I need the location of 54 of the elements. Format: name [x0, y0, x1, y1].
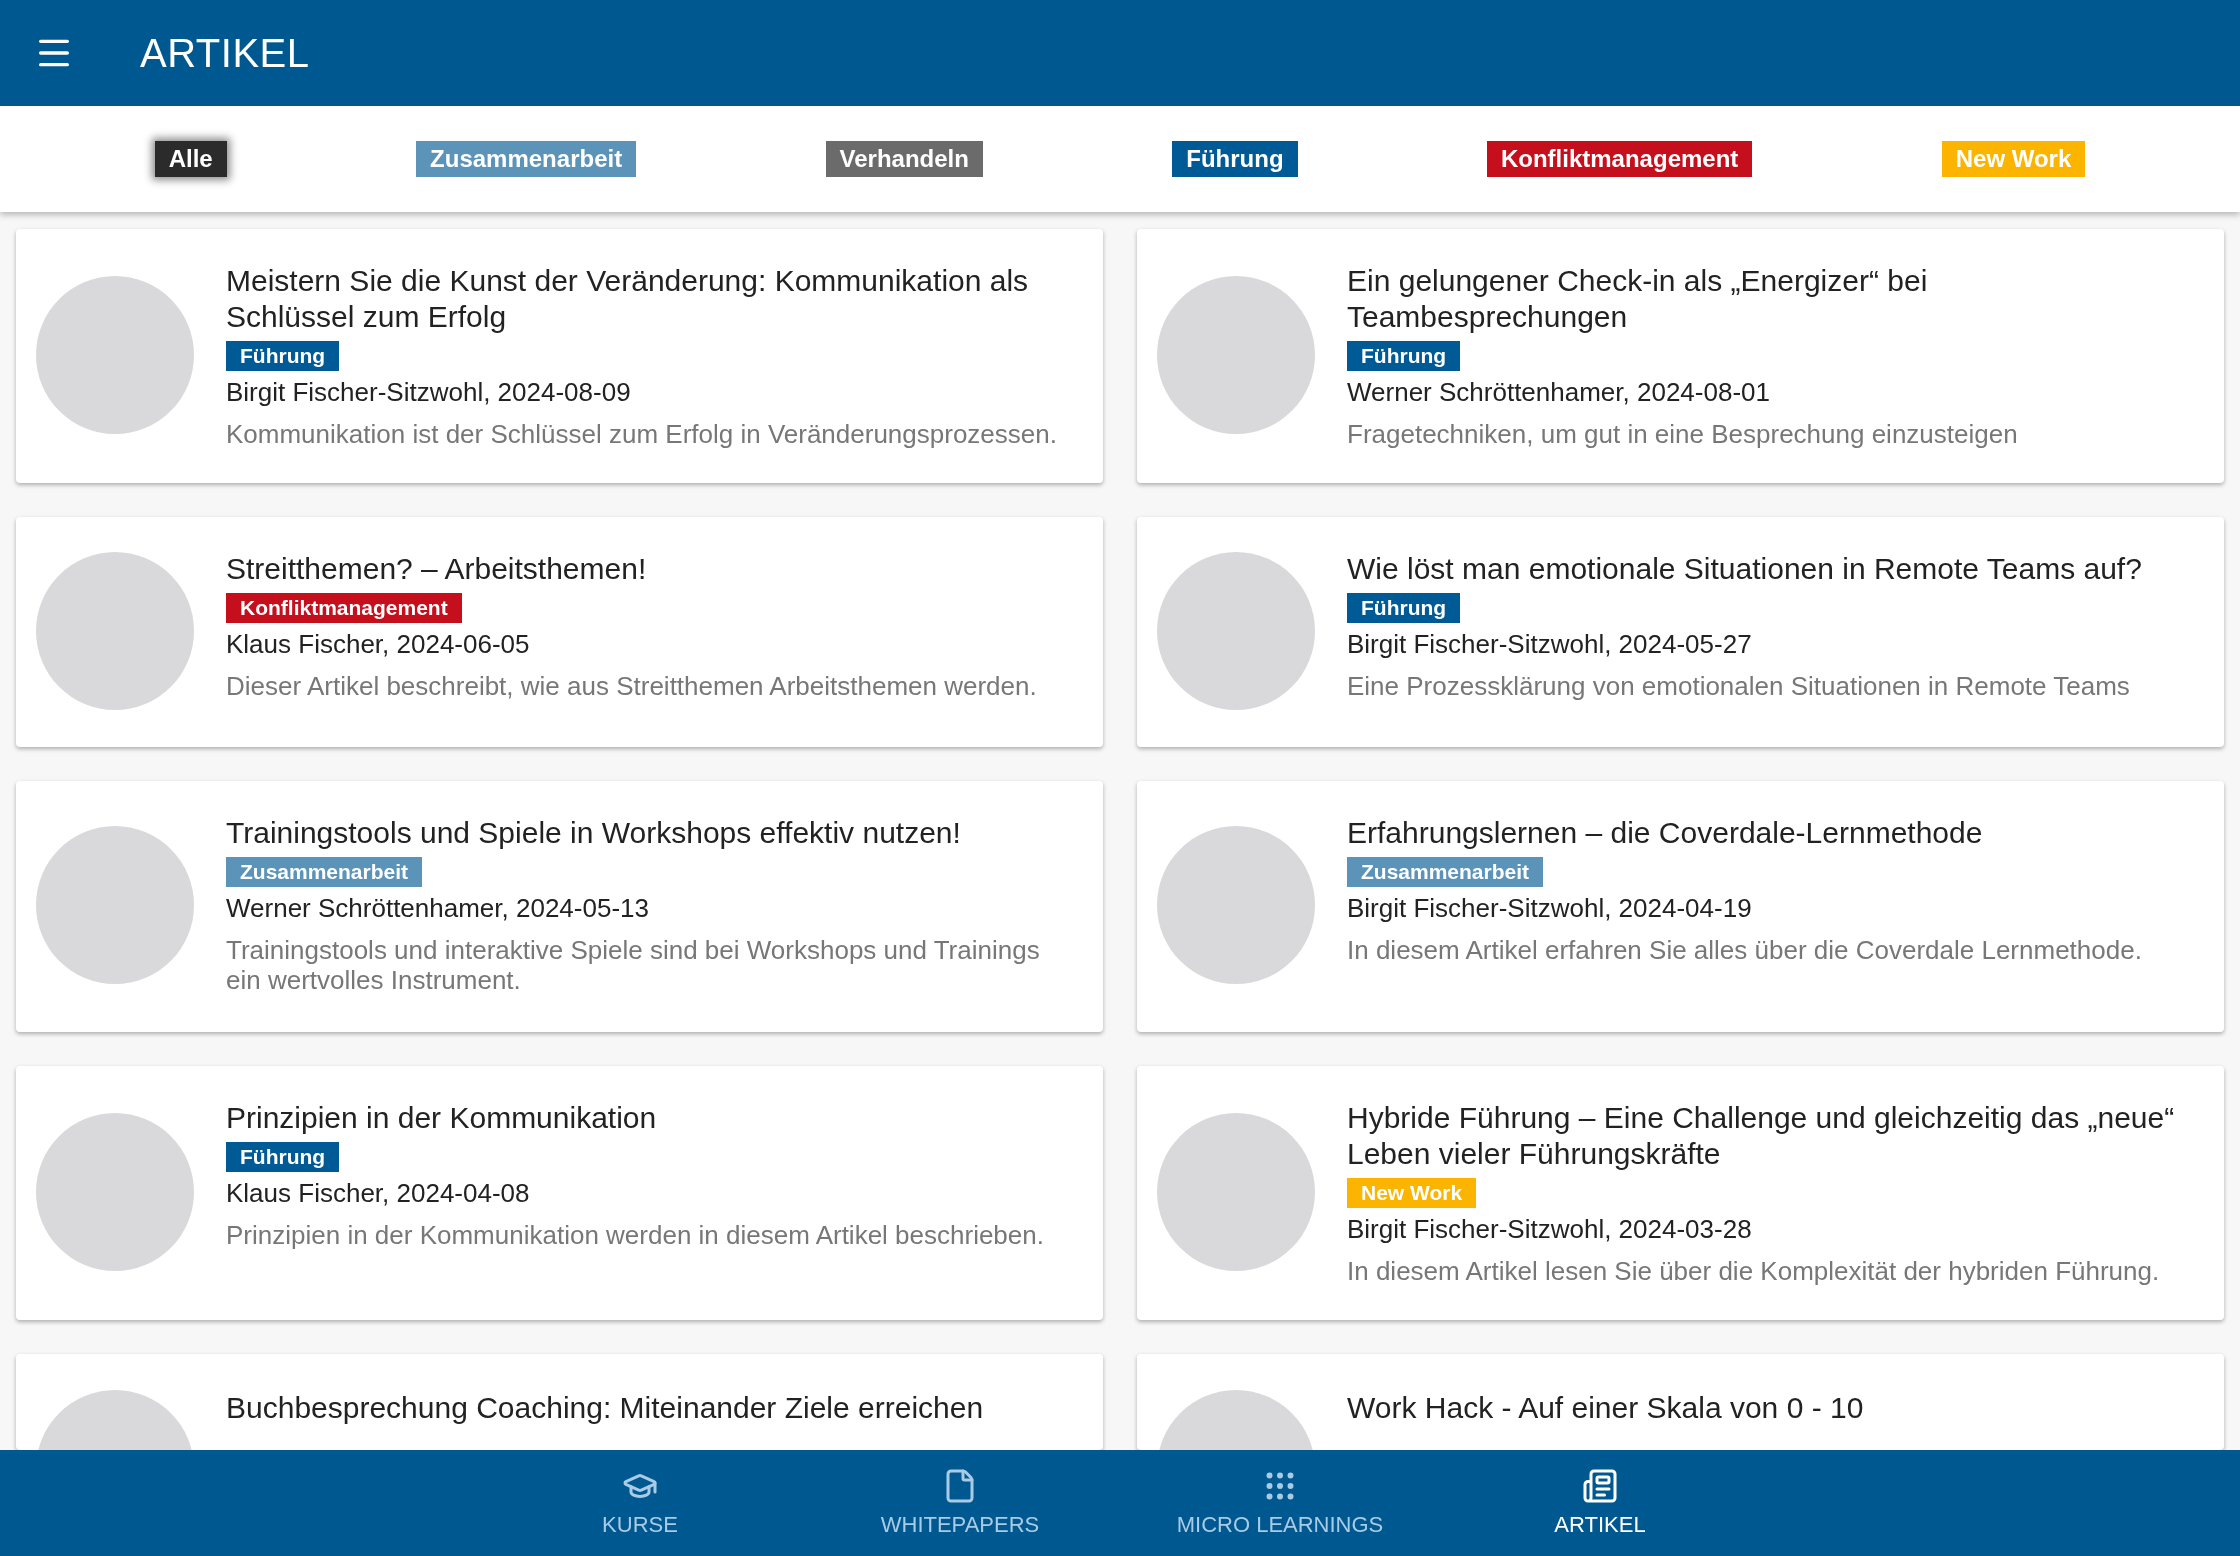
- author-date: Birgit Fischer-Sitzwohl, 2024-04-19: [1347, 893, 1752, 925]
- article-card[interactable]: Buchbesprechung Coaching: Miteinander Ziele erreichen: [16, 1353, 1103, 1450]
- article-card[interactable]: Wie löst man emotionale Situationen in Remote Teams auf? Führung Birgit Fischer-Sitzwohl, 2024-05-27 Eine Prozessklärung von emotionalen Situationen in Remote Teams: [1137, 517, 2224, 748]
- author-date: Klaus Fischer, 2024-06-05: [226, 629, 530, 661]
- category-tag: Führung: [226, 1141, 340, 1172]
- author-date: Birgit Fischer-Sitzwohl, 2024-03-28: [1347, 1213, 1752, 1245]
- category-tag: Führung: [226, 341, 340, 371]
- article-icon: [1582, 1468, 1618, 1504]
- article-title: Streitthemen? – Arbeitsthemen!: [226, 551, 647, 588]
- article-title: Wie löst man emotionale Situationen in Remote Teams auf?: [1347, 551, 2142, 588]
- filter-chip[interactable]: Konfliktmanagement: [1486, 141, 1753, 177]
- category-tag: New Work: [1347, 1177, 1477, 1208]
- filter-chip[interactable]: Führung: [1172, 141, 1298, 177]
- article-card[interactable]: Streitthemen? – Arbeitsthemen! Konfliktmanagement Klaus Fischer, 2024-06-05 Dieser Artikel beschreibt, wie aus Streitthemen Arbeitsthemen werden.: [16, 517, 1103, 748]
- article-card[interactable]: [16, 781, 1103, 1032]
- page-title: ARTIKEL: [140, 30, 310, 76]
- author-date: Birgit Fischer-Sitzwohl, 2024-05-27: [1347, 629, 1752, 661]
- article-card[interactable]: Ein gelungener Check-in als „Energizer“ bei Teambesprechungen Führung Werner Schröttenhamer, 2024-08-01 Fragetechniken, um gut in eine Besprechung einzusteigen: [1137, 229, 2224, 484]
- article-title: Ein gelungener Check-in als „Energizer“ bei Teambesprechungen: [1347, 263, 1929, 335]
- article-card[interactable]: Prinzipien in der Kommunikation Führung Klaus Fischer, 2024-04-08 Prinzipien in der Kommunikation werden in diesem Artikel beschrieben.: [16, 1065, 1103, 1320]
- category-tag: Zusammenarbeit: [1347, 857, 1544, 888]
- category-tag: Führung: [1347, 341, 1461, 371]
- article-summary: Eine Prozessklärung von emotionalen Situationen in Remote Teams: [1347, 672, 2130, 702]
- article-title: Work Hack - Auf einer Skala von 0 - 10: [1347, 1389, 1864, 1426]
- bottom-nav-tab[interactable]: WHITEPAPERS: [800, 1450, 1120, 1556]
- article-card[interactable]: Meistern Sie die Kunst der Veränderung: Kommunikation als Schlüssel zum Erfolg Führung Birgit Fischer-Sitzwohl, 2024-08-09 Kommunikation ist der Schlüssel zum Erfolg in Veränderungsprozessen.: [16, 229, 1103, 484]
- article-summary: Fragetechniken, um gut in eine Besprechung einzusteigen: [1347, 420, 2018, 450]
- bottom-nav-tab[interactable]: MICRO LEARNINGS: [1120, 1450, 1440, 1556]
- author-date: Klaus Fischer, 2024-04-08: [226, 1177, 530, 1209]
- article-title: Buchbesprechung Coaching: Miteinander Ziele erreichen: [226, 1389, 984, 1426]
- article-summary: Kommunikation ist der Schlüssel zum Erfolg in Veränderungsprozessen.: [226, 420, 1057, 450]
- article-title: Meistern Sie die Kunst der Veränderung: Kommunikation als Schlüssel zum Erfolg: [226, 263, 1030, 335]
- author-date: Birgit Fischer-Sitzwohl, 2024-08-09: [226, 377, 631, 408]
- article-card[interactable]: Work Hack - Auf einer Skala von 0 - 10: [1137, 1353, 2224, 1450]
- article-summary: Dieser Artikel beschreibt, wie aus Streitthemen Arbeitsthemen werden.: [226, 672, 1037, 702]
- bottom-nav-tab[interactable]: ARTIKEL: [1440, 1450, 1760, 1556]
- article-card[interactable]: Erfahrungslernen – die Coverdale-Lernmethode Zusammenarbeit Birgit Fischer-Sitzwohl, 2024-04-19 In diesem Artikel erfahren Sie alles über die Coverdale Lernmethode.: [1137, 781, 2224, 1032]
- filter-chip[interactable]: Verhandeln: [825, 141, 983, 177]
- article-card[interactable]: [1137, 1065, 2224, 1320]
- category-tag: Konfliktmanagement: [226, 593, 462, 624]
- author-date: Werner Schröttenhamer, 2024-08-01: [1347, 377, 1770, 408]
- author-date: Werner Schröttenhamer, 2024-05-13: [226, 893, 649, 925]
- article-summary: Prinzipien in der Kommunikation werden in diesem Artikel beschrieben.: [226, 1220, 1044, 1251]
- article-summary: Trainingstools und interaktive Spiele sind bei Workshops und Trainings ein wertvolles Instrument.: [226, 936, 1041, 996]
- article-summary: In diesem Artikel lesen Sie über die Komplexität der hybriden Führung.: [1347, 1256, 2160, 1287]
- article-title: Trainingstools und Spiele in Workshops effektiv nutzen!: [226, 815, 961, 852]
- article-summary: In diesem Artikel erfahren Sie alles über die Coverdale Lernmethode.: [1347, 936, 2142, 966]
- bottom-nav-tab[interactable]: KURSE: [480, 1450, 800, 1556]
- category-tag: Führung: [1347, 593, 1461, 624]
- article-title: Prinzipien in der Kommunikation: [226, 1099, 657, 1136]
- article-title: Hybride Führung – Eine Challenge und gleichzeitig das „neue“ Leben vieler Führungskräfte: [1347, 1099, 2176, 1172]
- category-tag: Zusammenarbeit: [226, 857, 423, 888]
- filter-chip[interactable]: Alle: [154, 141, 227, 177]
- article-title: Erfahrungslernen – die Coverdale-Lernmethode: [1347, 815, 1983, 852]
